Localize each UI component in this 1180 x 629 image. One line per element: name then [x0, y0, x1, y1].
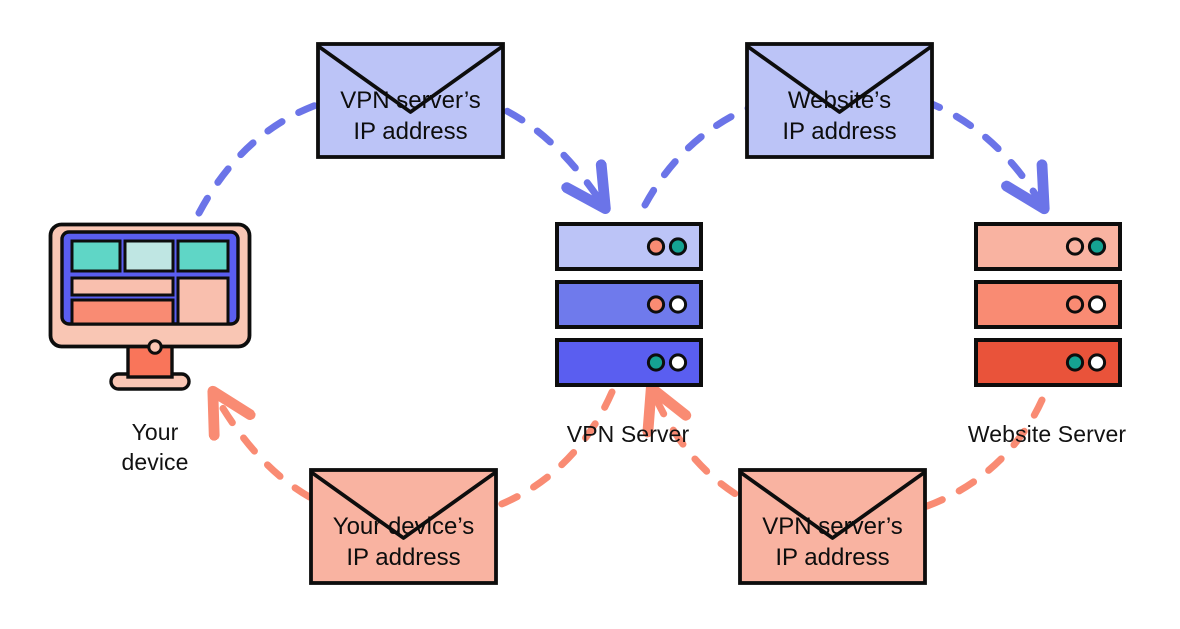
website-server-led-2b: [1087, 295, 1107, 314]
vpn-server-led-3b: [668, 353, 688, 372]
monitor-power-button: [147, 339, 163, 355]
envelope-top-right-label: Website’s IP address: [782, 87, 897, 145]
envelope-bottom-right-label: VPN server’s IP address: [762, 513, 903, 571]
website-server-led-2a: [1065, 295, 1085, 314]
vpn-server-led-2b: [668, 295, 688, 314]
screen-tile-3: [176, 239, 230, 273]
website-server-led-3b: [1087, 353, 1107, 372]
vpn-server-icon: [555, 222, 703, 387]
screen-tile-1: [70, 239, 122, 273]
vpn-routing-diagram: VPN server’s IP address Website’s IP add…: [0, 0, 1180, 629]
screen-tile-5: [70, 298, 175, 326]
diagram-canvas: [48, 42, 1122, 585]
screen-tile-6: [176, 276, 230, 326]
envelope-bottom-left-label: Your device’s IP address: [332, 513, 475, 571]
vpn-server-led-3a: [646, 353, 666, 372]
vpn-server-led-2a: [646, 295, 666, 314]
website-server-led-1b: [1087, 237, 1107, 256]
screen-tile-4: [70, 276, 175, 297]
website-server-icon: [974, 222, 1122, 387]
website-server-led-3a: [1065, 353, 1085, 372]
device-monitor-icon: [48, 222, 252, 391]
vpn-server-led-1a: [646, 237, 666, 256]
vpn-server-led-1b: [668, 237, 688, 256]
website-server-led-1a: [1065, 237, 1085, 256]
envelope-top-left-label: VPN server’s IP address: [340, 87, 481, 145]
screen-tile-2: [123, 239, 175, 273]
